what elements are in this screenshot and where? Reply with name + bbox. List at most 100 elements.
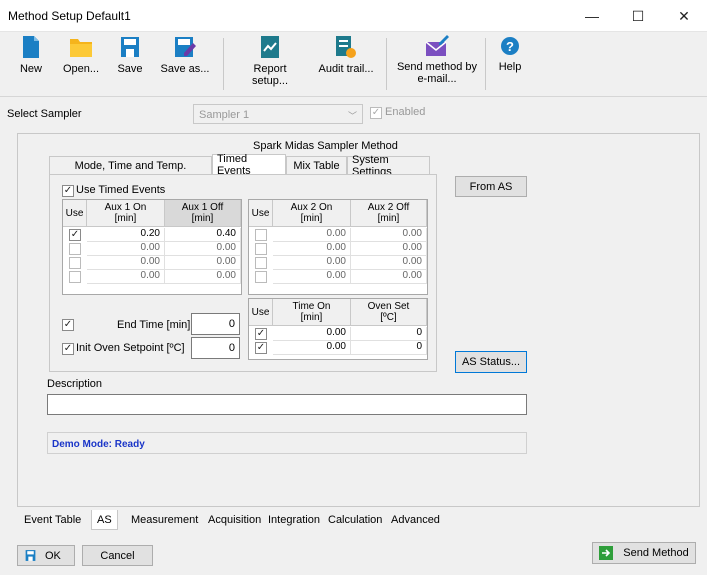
sampler-select-value: Sampler 1 <box>199 109 250 121</box>
save-label: Save <box>117 63 143 75</box>
oven-header-time: Time On [min] <box>273 299 351 326</box>
aux2-row2-use-checkbox[interactable] <box>255 243 267 255</box>
minimize-button[interactable]: — <box>569 0 615 32</box>
aux1-row3-on[interactable]: 0.00 <box>87 256 165 270</box>
maximize-button[interactable]: ☐ <box>615 0 661 32</box>
aux1-row3-off[interactable]: 0.00 <box>165 256 241 270</box>
tab-as[interactable]: AS <box>91 510 118 530</box>
oven-row1-use-checkbox[interactable]: ✓ <box>255 328 267 340</box>
new-label: New <box>19 63 42 75</box>
enabled-checkbox[interactable]: ✓ <box>370 107 382 119</box>
send-arrow-icon <box>599 546 614 560</box>
help-label: Help <box>498 61 522 73</box>
end-time-checkbox[interactable]: ✓ <box>62 319 74 331</box>
aux1-row4-off[interactable]: 0.00 <box>165 270 241 284</box>
aux1-row4-use-checkbox[interactable] <box>69 271 81 283</box>
oven-row1-set[interactable]: 0 <box>351 327 427 341</box>
aux1-row1-off[interactable]: 0.40 <box>165 228 241 242</box>
aux2-row2-off[interactable]: 0.00 <box>351 242 427 256</box>
new-button[interactable]: New <box>16 35 46 93</box>
report-setup-button[interactable]: Report setup... <box>234 35 306 93</box>
end-time-input[interactable]: 0 <box>191 313 240 335</box>
new-file-icon <box>23 36 39 58</box>
tab-integration[interactable]: Integration <box>263 510 325 530</box>
aux2-row3-use-checkbox[interactable] <box>255 257 267 269</box>
oven-header-set: Oven Set [ºC] <box>351 299 427 326</box>
tab-measurement[interactable]: Measurement <box>126 510 203 530</box>
send-email-button[interactable]: Send method by e-mail... <box>393 35 481 93</box>
audit-trail-button[interactable]: Audit trail... <box>314 35 378 93</box>
table-row[interactable]: ✓ 0.00 0 <box>249 327 427 341</box>
aux2-row4-off[interactable]: 0.00 <box>351 270 427 284</box>
open-label: Open... <box>62 63 100 75</box>
tab-mix-table[interactable]: Mix Table <box>286 156 347 174</box>
table-row[interactable]: 0.00 0.00 <box>63 270 241 284</box>
use-timed-events-label: Use Timed Events <box>76 184 166 196</box>
oven-header-use: Use <box>249 299 273 326</box>
from-as-button[interactable]: From AS <box>455 176 527 197</box>
aux2-row3-off[interactable]: 0.00 <box>351 256 427 270</box>
tab-calculation[interactable]: Calculation <box>323 510 387 530</box>
tab-event-table[interactable]: Event Table <box>19 510 86 530</box>
table-row[interactable]: 0.00 0.00 <box>63 256 241 270</box>
aux2-row2-on[interactable]: 0.00 <box>273 242 351 256</box>
tab-system-settings[interactable]: System Settings <box>347 154 430 178</box>
aux2-row4-on[interactable]: 0.00 <box>273 270 351 284</box>
init-oven-input[interactable]: 0 <box>191 337 240 359</box>
aux1-row2-on[interactable]: 0.00 <box>87 242 165 256</box>
as-status-button[interactable]: AS Status... <box>455 351 527 373</box>
description-input[interactable] <box>47 394 527 415</box>
init-oven-checkbox[interactable]: ✓ <box>62 343 74 355</box>
aux2-row1-on[interactable]: 0.00 <box>273 228 351 242</box>
table-row[interactable]: ✓ 0.20 0.40 <box>63 228 241 242</box>
table-row[interactable]: 0.00 0.00 <box>63 242 241 256</box>
oven-row2-use-checkbox[interactable]: ✓ <box>255 342 267 354</box>
audit-trail-icon <box>336 36 356 58</box>
aux2-row1-off[interactable]: 0.00 <box>351 228 427 242</box>
oven-table: Use Time On [min] Oven Set [ºC] ✓ 0.00 0… <box>248 298 428 360</box>
aux2-row3-on[interactable]: 0.00 <box>273 256 351 270</box>
init-oven-label: Init Oven Setpoint [ºC] <box>76 342 185 354</box>
save-button[interactable]: Save <box>115 35 145 93</box>
oven-row1-time[interactable]: 0.00 <box>273 327 351 341</box>
aux1-row4-on[interactable]: 0.00 <box>87 270 165 284</box>
select-sampler-label: Select Sampler <box>7 108 82 120</box>
table-row[interactable]: 0.00 0.00 <box>249 242 427 256</box>
table-row[interactable]: ✓ 0.00 0 <box>249 341 427 355</box>
aux1-header-on: Aux 1 On [min] <box>87 200 165 227</box>
tab-timed-events[interactable]: Timed Events <box>212 153 286 177</box>
aux1-row1-use-checkbox[interactable]: ✓ <box>69 229 81 241</box>
aux1-row3-use-checkbox[interactable] <box>69 257 81 269</box>
tab-acquisition[interactable]: Acquisition <box>203 510 266 530</box>
bottom-tab-bar: Event Table AS Measurement Acquisition I… <box>17 510 700 531</box>
use-timed-events-checkbox[interactable]: ✓ <box>62 185 74 197</box>
aux1-row1-on[interactable]: 0.20 <box>87 228 165 242</box>
aux1-header-off: Aux 1 Off [min] <box>165 200 241 227</box>
table-row[interactable]: 0.00 0.00 <box>249 270 427 284</box>
ok-label: OK <box>45 549 61 562</box>
aux2-header-on: Aux 2 On [min] <box>273 200 351 227</box>
table-row[interactable]: 0.00 0.00 <box>249 228 427 242</box>
oven-row2-time[interactable]: 0.00 <box>273 341 351 355</box>
sampler-select[interactable]: Sampler 1 ﹀ <box>193 104 363 124</box>
aux1-row2-off[interactable]: 0.00 <box>165 242 241 256</box>
tab-mode-time-temp[interactable]: Mode, Time and Temp. <box>49 156 212 174</box>
open-button[interactable]: Open... <box>59 35 103 93</box>
svg-text:?: ? <box>506 39 514 54</box>
help-icon: ? <box>501 37 519 55</box>
aux1-row2-use-checkbox[interactable] <box>69 243 81 255</box>
aux2-row1-use-checkbox[interactable] <box>255 229 267 241</box>
close-button[interactable]: ✕ <box>661 0 707 32</box>
ok-button[interactable]: OK <box>17 545 75 566</box>
aux2-row4-use-checkbox[interactable] <box>255 271 267 283</box>
table-row[interactable]: 0.00 0.00 <box>249 256 427 270</box>
tab-advanced[interactable]: Advanced <box>386 510 445 530</box>
cancel-button[interactable]: Cancel <box>82 545 153 566</box>
send-method-button[interactable]: Send Method <box>592 542 696 564</box>
help-button[interactable]: ? Help <box>496 35 524 93</box>
end-time-label: End Time [min] <box>117 319 191 331</box>
floppy-disk-icon <box>25 550 36 561</box>
oven-row2-set[interactable]: 0 <box>351 341 427 355</box>
save-as-button[interactable]: Save as... <box>160 35 210 93</box>
method-title: Spark Midas Sampler Method <box>253 140 398 152</box>
